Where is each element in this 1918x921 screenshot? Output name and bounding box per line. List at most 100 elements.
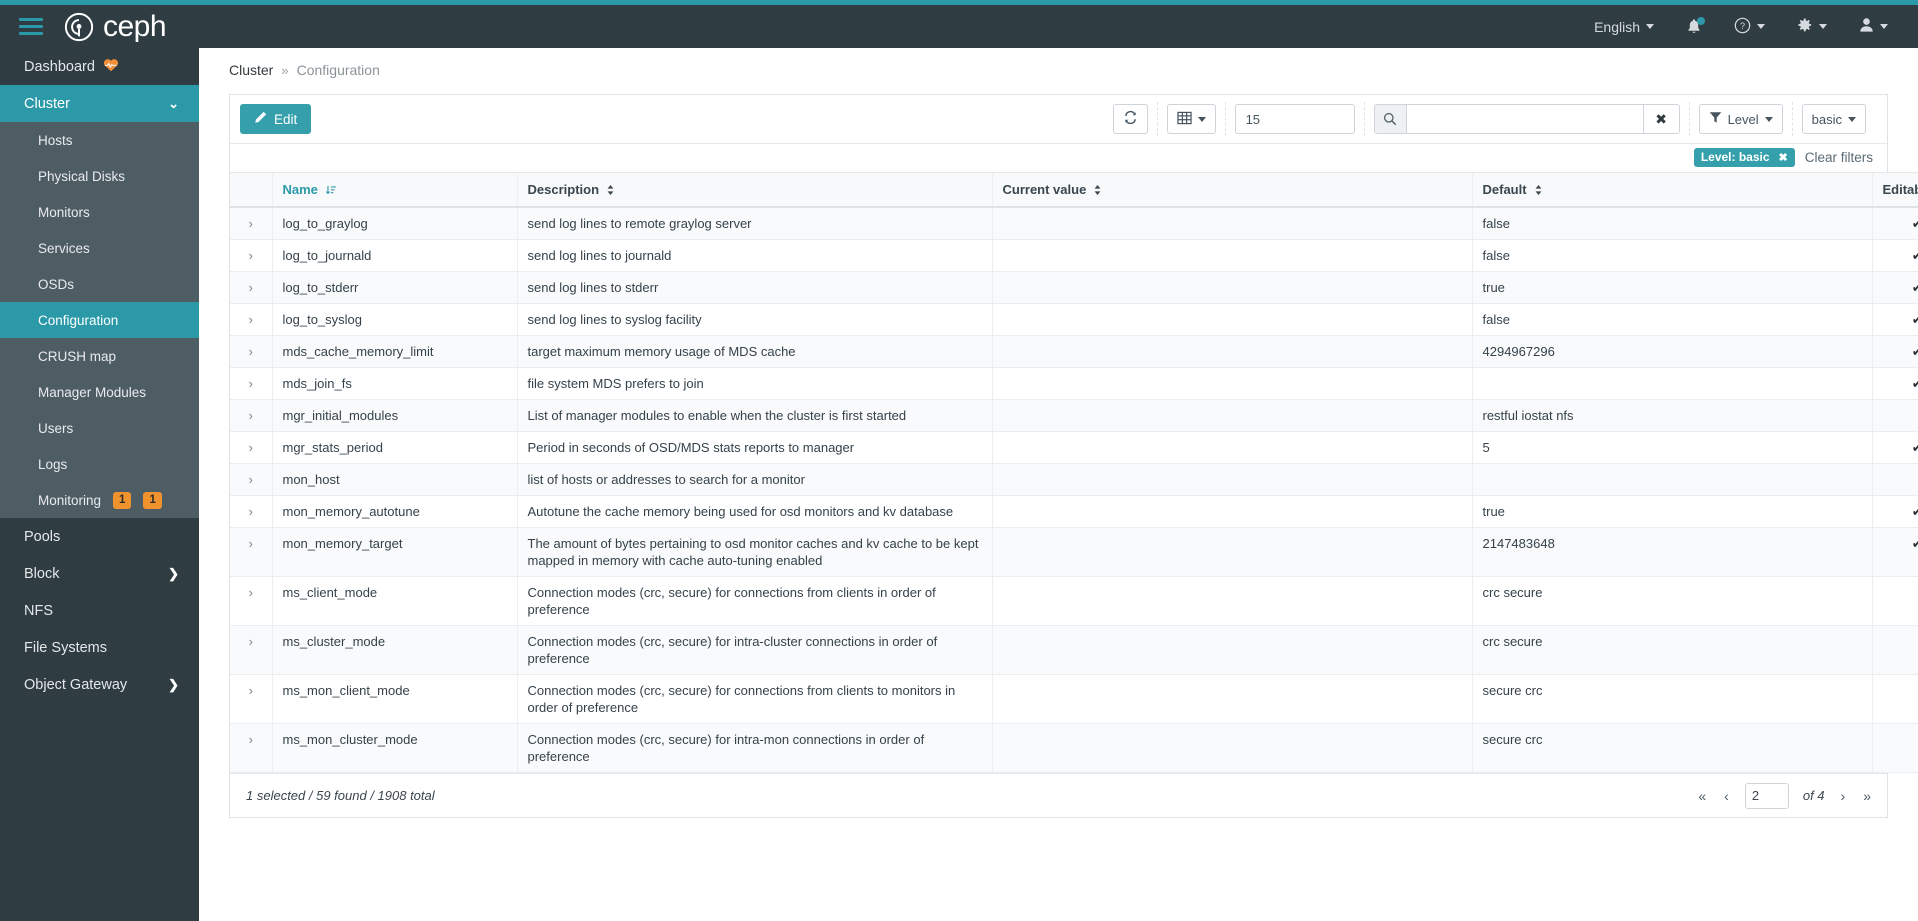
- table-row[interactable]: ›ms_mon_client_modeConnection modes (crc…: [230, 675, 1918, 724]
- table-row[interactable]: ›mgr_initial_modulesList of manager modu…: [230, 400, 1918, 432]
- page-number-input[interactable]: [1745, 783, 1789, 809]
- chevron-right-icon[interactable]: ›: [240, 439, 262, 456]
- chevron-right-icon[interactable]: ›: [240, 247, 262, 264]
- table-row[interactable]: ›mds_cache_memory_limittarget maximum me…: [230, 336, 1918, 368]
- column-header-current-value[interactable]: Current value: [992, 173, 1472, 208]
- chevron-right-icon[interactable]: ›: [240, 535, 262, 552]
- hamburger-icon[interactable]: [0, 5, 62, 48]
- sidebar-item-configuration[interactable]: Configuration: [0, 302, 199, 338]
- language-dropdown[interactable]: English: [1578, 5, 1670, 48]
- chevron-right-icon[interactable]: ›: [240, 633, 262, 650]
- cell-name: mgr_initial_modules: [272, 400, 517, 432]
- column-header-expander: [230, 173, 272, 208]
- clear-filters-button[interactable]: Clear filters: [1805, 150, 1873, 165]
- chevron-right-icon[interactable]: ›: [240, 584, 262, 601]
- sidebar-item-monitors[interactable]: Monitors: [0, 194, 199, 230]
- chevron-right-icon[interactable]: ›: [240, 375, 262, 392]
- chevron-down-icon: [1765, 117, 1773, 122]
- sidebar-item-services[interactable]: Services: [0, 230, 199, 266]
- brand-logo[interactable]: ceph: [64, 12, 166, 42]
- column-header-description[interactable]: Description: [517, 173, 992, 208]
- table-row[interactable]: ›log_to_journaldsend log lines to journa…: [230, 240, 1918, 272]
- sidebar-item-label: File Systems: [24, 640, 107, 656]
- cell-name: ms_cluster_mode: [272, 626, 517, 675]
- table-row[interactable]: ›mds_join_fsfile system MDS prefers to j…: [230, 368, 1918, 400]
- language-label: English: [1594, 19, 1640, 35]
- close-icon[interactable]: ✖: [1779, 151, 1788, 164]
- chevron-right-icon[interactable]: ›: [240, 215, 262, 232]
- sidebar-item-users[interactable]: Users: [0, 410, 199, 446]
- refresh-button[interactable]: [1113, 104, 1148, 134]
- column-header-default[interactable]: Default: [1472, 173, 1872, 208]
- sidebar-item-monitoring[interactable]: Monitoring 1 1: [0, 482, 199, 518]
- chevron-down-icon: [1198, 117, 1206, 122]
- cell-current-value: [992, 336, 1472, 368]
- sidebar-item-crush-map[interactable]: CRUSH map: [0, 338, 199, 374]
- table-row[interactable]: ›mgr_stats_periodPeriod in seconds of OS…: [230, 432, 1918, 464]
- page-size-input[interactable]: [1235, 104, 1355, 134]
- question-circle-icon: ?: [1734, 17, 1751, 37]
- chevron-right-icon[interactable]: ›: [240, 343, 262, 360]
- sidebar-item-manager-modules[interactable]: Manager Modules: [0, 374, 199, 410]
- table-row[interactable]: ›mon_memory_targetThe amount of bytes pe…: [230, 528, 1918, 577]
- sidebar-item-file-systems[interactable]: File Systems: [0, 629, 199, 666]
- table-row[interactable]: ›ms_mon_cluster_modeConnection modes (cr…: [230, 724, 1918, 773]
- table-row[interactable]: ›mon_memory_autotuneAutotune the cache m…: [230, 496, 1918, 528]
- previous-page-button[interactable]: ‹: [1722, 788, 1731, 804]
- next-page-button[interactable]: ›: [1839, 788, 1848, 804]
- sidebar-item-nfs[interactable]: NFS: [0, 592, 199, 629]
- chevron-right-icon[interactable]: ›: [240, 731, 262, 748]
- chevron-down-icon: [1880, 24, 1888, 29]
- sidebar-item-cluster[interactable]: Cluster ⌄: [0, 85, 199, 122]
- column-header-label: Editable: [1883, 182, 1918, 197]
- sidebar-item-object-gateway[interactable]: Object Gateway ❯: [0, 666, 199, 703]
- sidebar-item-hosts[interactable]: Hosts: [0, 122, 199, 158]
- user-dropdown[interactable]: [1843, 5, 1904, 48]
- breadcrumb-cluster[interactable]: Cluster: [229, 62, 273, 78]
- chevron-right-icon[interactable]: ›: [240, 503, 262, 520]
- chevron-right-icon[interactable]: ›: [240, 311, 262, 328]
- table-row[interactable]: ›log_to_syslogsend log lines to syslog f…: [230, 304, 1918, 336]
- level-value-dropdown[interactable]: basic: [1802, 104, 1866, 134]
- sidebar-item-label: Physical Disks: [38, 169, 125, 184]
- clear-search-icon[interactable]: ✖: [1643, 105, 1679, 133]
- column-selector-button[interactable]: [1167, 104, 1216, 134]
- filter-chip-level[interactable]: Level: basic ✖: [1694, 148, 1795, 167]
- row-expander-cell: ›: [230, 304, 272, 336]
- column-header-editable[interactable]: Editable: [1872, 173, 1918, 208]
- last-page-button[interactable]: »: [1861, 788, 1873, 804]
- sidebar-item-block[interactable]: Block ❯: [0, 555, 199, 592]
- first-page-button[interactable]: «: [1696, 788, 1708, 804]
- check-icon: ✔: [1883, 215, 1918, 232]
- chevron-right-icon[interactable]: ›: [240, 682, 262, 699]
- table-row[interactable]: ›log_to_stderrsend log lines to stderrtr…: [230, 272, 1918, 304]
- table-row[interactable]: ›ms_client_modeConnection modes (crc, se…: [230, 577, 1918, 626]
- cell-description-text: Connection modes (crc, secure) for conne…: [528, 683, 956, 715]
- row-expander-cell: ›: [230, 240, 272, 272]
- table-row[interactable]: ›ms_cluster_modeConnection modes (crc, s…: [230, 626, 1918, 675]
- level-filter-button[interactable]: Level: [1699, 104, 1783, 134]
- help-dropdown[interactable]: ?: [1718, 5, 1781, 48]
- sidebar-item-physical-disks[interactable]: Physical Disks: [0, 158, 199, 194]
- cell-editable: [1872, 675, 1918, 724]
- level-value-group: basic: [1792, 102, 1875, 136]
- settings-dropdown[interactable]: [1781, 5, 1843, 48]
- table-row[interactable]: ›mon_hostlist of hosts or addresses to s…: [230, 464, 1918, 496]
- chevron-right-icon[interactable]: ›: [240, 471, 262, 488]
- sidebar-item-dashboard[interactable]: Dashboard: [0, 48, 199, 85]
- cell-editable: ✔: [1872, 240, 1918, 272]
- cell-description-text: Connection modes (crc, secure) for conne…: [528, 585, 936, 617]
- sidebar-item-pools[interactable]: Pools: [0, 518, 199, 555]
- column-header-name[interactable]: Name: [272, 173, 517, 208]
- sidebar-item-logs[interactable]: Logs: [0, 446, 199, 482]
- chevron-right-icon[interactable]: ›: [240, 279, 262, 296]
- check-icon: ✔: [1883, 343, 1918, 360]
- edit-button[interactable]: Edit: [240, 104, 311, 134]
- sidebar-item-osds[interactable]: OSDs: [0, 266, 199, 302]
- notifications-button[interactable]: [1670, 5, 1718, 48]
- chevron-right-icon[interactable]: ›: [240, 407, 262, 424]
- search-input[interactable]: [1407, 105, 1643, 133]
- table-row[interactable]: ›log_to_graylogsend log lines to remote …: [230, 207, 1918, 240]
- cell-default-text: 2147483648: [1483, 536, 1555, 551]
- chevron-right-icon: ❯: [168, 678, 179, 691]
